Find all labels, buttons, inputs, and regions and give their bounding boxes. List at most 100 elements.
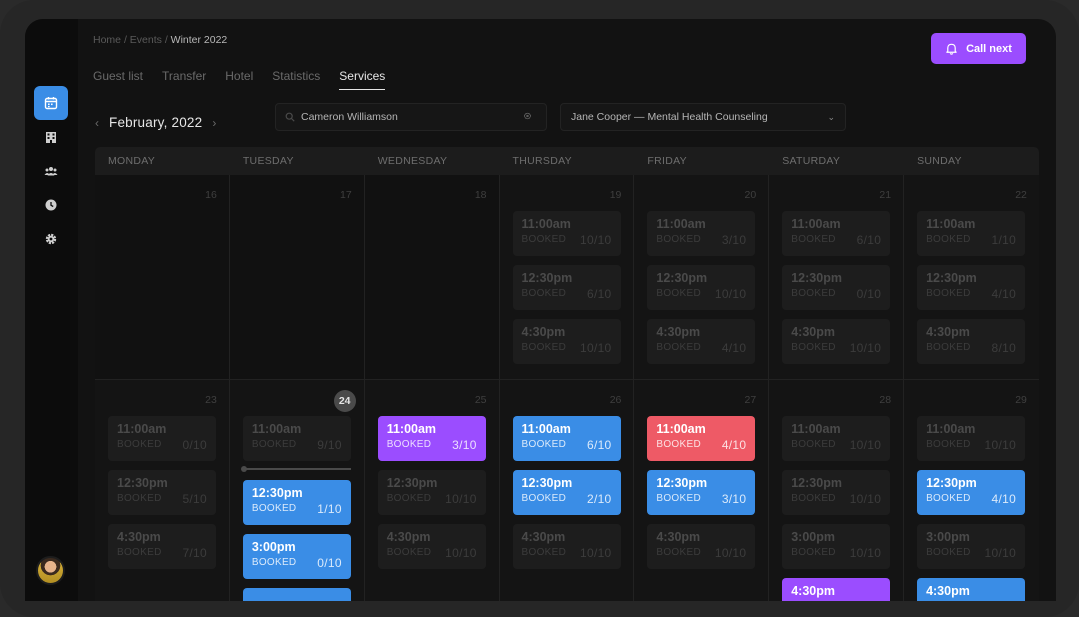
date-number: 18 [474, 189, 487, 201]
slot-count: 10/10 [445, 546, 477, 560]
time-slot[interactable]: 4:30pm BOOKED 7/10 [108, 524, 216, 569]
sidebar-item-settings[interactable] [34, 222, 68, 256]
calendar-day[interactable]: 23 11:00am BOOKED 0/10 12:30pm BOOKED 5/10 4:30… [95, 380, 230, 601]
time-slot[interactable]: 11:00am BOOKED 10/10 [512, 211, 621, 256]
time-slot[interactable]: 11:00am BOOKED 3/10 [647, 211, 756, 256]
sidebar-item-history[interactable] [34, 188, 68, 222]
slot-status: BOOKED [656, 342, 701, 353]
slot-time: 12:30pm [117, 476, 168, 490]
slot-booking: BOOKED 10/10 [791, 546, 881, 560]
day-header-wednesday: WEDNESDAY [377, 155, 448, 167]
time-slot[interactable]: 4:30pm BOOKED 8/10 [917, 319, 1026, 364]
next-month-button[interactable]: › [212, 116, 216, 130]
breadcrumb-home[interactable]: Home [93, 34, 121, 46]
calendar-day[interactable]: 24 11:00am BOOKED 9/10 12:30pm BOOKED 1/10 3:00… [230, 380, 365, 601]
slot-status: BOOKED [521, 234, 567, 245]
slot-status: BOOKED [251, 439, 297, 450]
time-slot[interactable]: 12:30pm BOOKED 3/10 [647, 470, 756, 515]
time-slot[interactable]: 12:30pm BOOKED 10/10 [782, 470, 891, 515]
calendar-day[interactable]: 28 11:00am BOOKED 10/10 12:30pm BOOKED 10/10 3:… [769, 380, 905, 601]
search-input[interactable] [301, 111, 524, 123]
sidebar-item-users[interactable] [34, 154, 68, 188]
time-slot[interactable]: 11:00am BOOKED 3/10 [377, 416, 486, 461]
slot-status: BOOKED [656, 493, 701, 504]
slot-booking: BOOKED 10/10 [656, 287, 746, 301]
time-slot[interactable]: 12:30pm BOOKED 0/10 [782, 265, 891, 310]
calendar-day[interactable]: 25 11:00am BOOKED 3/10 12:30pm BOOKED 10/10 4:3… [365, 380, 500, 601]
time-slot[interactable]: 12:30pm BOOKED 1/10 [242, 480, 351, 525]
slot-count: 10/10 [849, 341, 882, 355]
slot-time: 11:00am [656, 422, 706, 436]
slot-count: 10/10 [849, 438, 882, 452]
slot-status: BOOKED [656, 288, 701, 299]
calendar-day[interactable]: 22 11:00am BOOKED 1/10 12:30pm BOOKED 4/10 4:30… [904, 175, 1039, 379]
breadcrumb-events[interactable]: Events [130, 34, 162, 46]
slot-time: 11:00am [117, 422, 167, 436]
tab-statistics[interactable]: Statistics [272, 69, 320, 90]
time-slot[interactable]: 12:30pm BOOKED 10/10 [377, 470, 486, 515]
time-slot[interactable]: 12:30pm BOOKED 10/10 [647, 265, 756, 310]
slot-time: 11:00am [926, 422, 976, 436]
time-slot[interactable]: 4:30pm BOOKED 4/10 [647, 319, 756, 364]
time-slot[interactable]: 4:30pm BOOKED 10/10 [647, 524, 756, 569]
time-slot[interactable]: 11:00am BOOKED 0/10 [108, 416, 216, 461]
time-slot[interactable]: 4:30pm BOOKED 10/10 [512, 524, 621, 569]
time-slot[interactable]: 3:00pm BOOKED 10/10 [782, 524, 891, 569]
sidebar-item-hotel[interactable] [34, 120, 68, 154]
time-slot[interactable]: 4:30pm BOOKED 10/10 [782, 319, 891, 364]
time-slot[interactable]: 12:30pm BOOKED 4/10 [917, 470, 1026, 515]
date-number: 22 [1015, 189, 1027, 201]
slot-count: 10/10 [580, 546, 612, 560]
slot-status: BOOKED [791, 288, 836, 299]
time-slot[interactable]: 11:00am BOOKED 10/10 [917, 416, 1026, 461]
time-slot[interactable]: 4:30pm [917, 578, 1026, 601]
calendar-day[interactable]: 16 [95, 175, 230, 379]
time-slot[interactable]: 4:30pm [782, 578, 891, 601]
time-slot[interactable] [242, 588, 351, 601]
prev-month-button[interactable]: ‹ [95, 116, 99, 130]
sidebar-item-calendar[interactable] [34, 86, 68, 120]
tab-transfer[interactable]: Transfer [162, 69, 206, 90]
calendar-day[interactable]: 26 11:00am BOOKED 6/10 12:30pm BOOKED 2/10 4:30… [500, 380, 635, 601]
time-slot[interactable]: 11:00am BOOKED 4/10 [647, 416, 756, 461]
time-slot[interactable]: 11:00am BOOKED 10/10 [782, 416, 891, 461]
time-slot[interactable]: 11:00am BOOKED 9/10 [242, 416, 351, 461]
current-time-indicator [240, 466, 351, 472]
calendar-day[interactable]: 20 11:00am BOOKED 3/10 12:30pm BOOKED 10/10 4:3… [634, 175, 770, 379]
calendar-day[interactable]: 18 [364, 175, 500, 379]
slot-time: 4:30pm [791, 584, 835, 598]
slot-count: 6/10 [586, 438, 612, 452]
date-number: 26 [609, 394, 622, 406]
time-slot[interactable]: 12:30pm BOOKED 6/10 [512, 265, 621, 310]
time-slot[interactable]: 11:00am BOOKED 1/10 [917, 211, 1026, 256]
slot-booking: BOOKED 3/10 [656, 233, 746, 247]
service-select[interactable]: Jane Cooper — Mental Health Counseling ⌄ [560, 103, 846, 131]
slot-booking: BOOKED 1/10 [926, 233, 1016, 247]
calendar-day[interactable]: 19 11:00am BOOKED 10/10 12:30pm BOOKED 6/10 4:3… [500, 175, 635, 379]
date-number: 29 [1015, 394, 1027, 406]
time-slot[interactable]: 12:30pm BOOKED 5/10 [108, 470, 216, 515]
calendar-day[interactable]: 29 11:00am BOOKED 10/10 12:30pm BOOKED 4/10 3:0… [904, 380, 1039, 601]
call-next-button[interactable]: Call next [931, 33, 1026, 64]
tab-hotel[interactable]: Hotel [225, 69, 253, 90]
calendar-day[interactable]: 21 11:00am BOOKED 6/10 12:30pm BOOKED 0/10 4:30… [769, 175, 905, 379]
time-slot[interactable]: 11:00am BOOKED 6/10 [512, 416, 621, 461]
tab-guest-list[interactable]: Guest list [93, 69, 143, 90]
slot-count: 5/10 [182, 492, 207, 506]
calendar-day[interactable]: 27 11:00am BOOKED 4/10 12:30pm BOOKED 3/10 4:30… [634, 380, 770, 601]
time-slot[interactable]: 3:00pm BOOKED 10/10 [917, 524, 1026, 569]
time-slot[interactable]: 4:30pm BOOKED 10/10 [512, 319, 621, 364]
time-slot[interactable]: 3:00pm BOOKED 0/10 [242, 534, 351, 579]
tab-services[interactable]: Services [339, 69, 386, 90]
time-slot[interactable]: 12:30pm BOOKED 4/10 [917, 265, 1026, 310]
time-slot[interactable]: 4:30pm BOOKED 10/10 [377, 524, 486, 569]
slot-booking: BOOKED 10/10 [656, 546, 746, 560]
day-header-friday: FRIDAY [647, 155, 687, 167]
calendar-day[interactable]: 17 [229, 175, 365, 379]
time-slot[interactable]: 11:00am BOOKED 6/10 [782, 211, 891, 256]
slot-count: 1/10 [317, 502, 342, 516]
clear-search-button[interactable] [524, 111, 537, 124]
time-slot[interactable]: 12:30pm BOOKED 2/10 [512, 470, 621, 515]
breadcrumb-current: Winter 2022 [170, 34, 228, 46]
avatar[interactable] [36, 556, 65, 585]
